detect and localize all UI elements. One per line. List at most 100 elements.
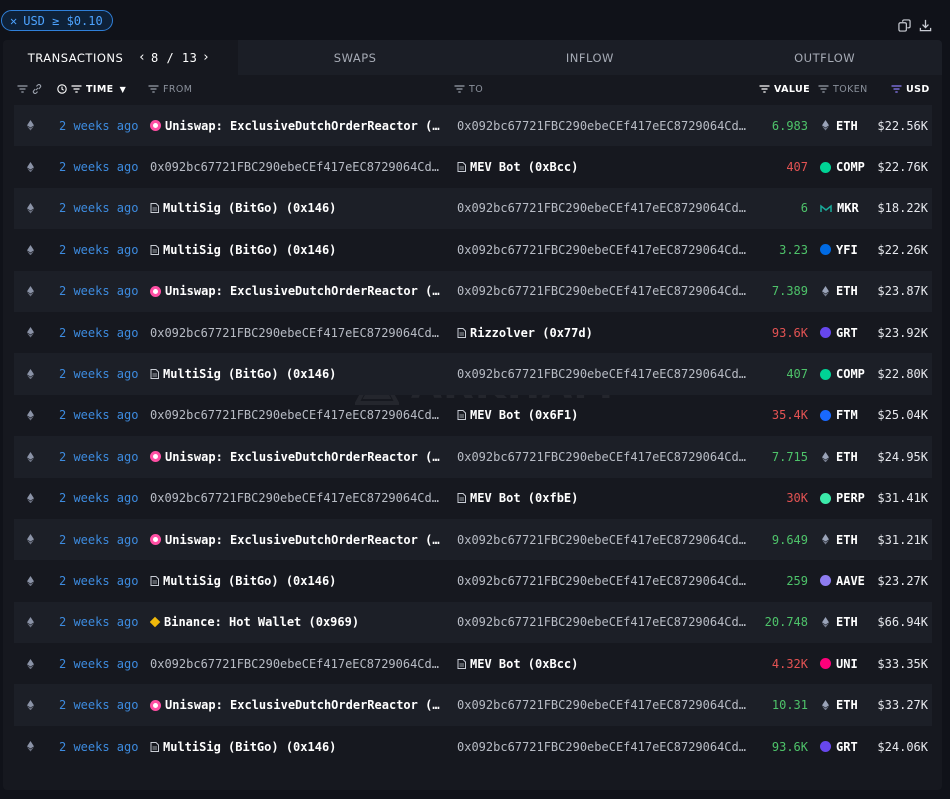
table-row[interactable]: 2 weeks ago MultiSig (BitGo) (0x146) 0x092… (14, 353, 932, 395)
table-row[interactable]: 2 weeks ago 0x092bc67721FBC290ebeCEf417eE… (14, 643, 932, 684)
table-row[interactable]: 2 weeks ago Uniswap: ExclusiveDutchOrderR… (14, 436, 932, 478)
address-link[interactable]: 0x092bc67721FBC290ebeCEf417eEC8729064Cd1… (457, 533, 751, 547)
time-link[interactable]: 2 weeks ago (59, 271, 138, 312)
entity-link[interactable]: MultiSig (BitGo) (0x146) (150, 243, 336, 257)
address-link[interactable]: 0x092bc67721FBC290ebeCEf417eEC8729064Cd1… (457, 698, 751, 712)
address-link[interactable]: 0x092bc67721FBC290ebeCEf417eEC8729064Cd1… (150, 657, 444, 671)
time-link[interactable]: 2 weeks ago (59, 312, 138, 353)
token-header[interactable]: TOKEN (818, 80, 868, 98)
token-cell[interactable]: GRT (820, 726, 858, 767)
time-link[interactable]: 2 weeks ago (59, 602, 138, 643)
entity-link[interactable]: MEV Bot (0xfbE) (457, 491, 578, 505)
time-link[interactable]: 2 weeks ago (59, 643, 138, 684)
chain-filter-header[interactable] (17, 80, 42, 98)
table-row[interactable]: 2 weeks ago 0x092bc67721FBC290ebeCEf417eE… (14, 395, 932, 436)
token-cell[interactable]: MKR (820, 188, 859, 229)
address-link[interactable]: 0x092bc67721FBC290ebeCEf417eEC8729064Cd1… (457, 201, 751, 215)
address-link[interactable]: 0x092bc67721FBC290ebeCEf417eEC8729064Cd1… (150, 408, 444, 422)
token-cell[interactable]: ETH (820, 519, 858, 560)
token-cell[interactable]: ETH (820, 271, 858, 312)
time-link[interactable]: 2 weeks ago (59, 478, 138, 519)
time-header[interactable]: TIME ▼ (57, 80, 126, 98)
usd-header[interactable]: USD (891, 80, 930, 98)
close-icon[interactable]: ✕ (10, 14, 17, 28)
time-link[interactable]: 2 weeks ago (59, 353, 138, 394)
table-row[interactable]: 2 weeks ago MultiSig (BitGo) (0x146) 0x092… (14, 187, 932, 230)
token-cell[interactable]: GRT (820, 312, 858, 353)
entity-link[interactable]: Rizzolver (0x77d) (457, 326, 593, 340)
copy-icon[interactable] (898, 19, 911, 32)
token-cell[interactable]: YFI (820, 229, 858, 270)
address-link[interactable]: 0x092bc67721FBC290ebeCEf417eEC8729064Cd1… (150, 160, 444, 174)
address-link[interactable]: 0x092bc67721FBC290ebeCEf417eEC8729064Cd1… (457, 243, 751, 257)
time-link[interactable]: 2 weeks ago (59, 188, 138, 229)
usd-header-label: USD (906, 83, 930, 95)
table-row[interactable]: 2 weeks ago Uniswap: ExclusiveDutchOrderR… (14, 518, 932, 561)
token-cell[interactable]: FTM (820, 395, 858, 436)
tab-outflow[interactable]: OUTFLOW (707, 40, 942, 75)
time-link[interactable]: 2 weeks ago (59, 229, 138, 270)
table-row[interactable]: 2 weeks ago Binance: Hot Wallet (0x969) 0x… (14, 601, 932, 644)
token-cell[interactable]: COMP (820, 146, 865, 187)
tab-swaps[interactable]: SWAPS (237, 40, 473, 75)
to-header[interactable]: TO (454, 80, 483, 98)
token-cell[interactable]: ETH (820, 684, 858, 725)
uniswap-entity-link[interactable]: Uniswap: ExclusiveDutchOrderReactor (0x6… (150, 533, 444, 547)
value-header[interactable]: VALUE (759, 80, 810, 98)
table-row[interactable]: 2 weeks ago 0x092bc67721FBC290ebeCEf417eE… (14, 146, 932, 187)
table-row[interactable]: 2 weeks ago MultiSig (BitGo) (0x146) 0x092… (14, 229, 932, 270)
token-cell[interactable]: ETH (820, 105, 858, 146)
token-cell[interactable]: AAVE (820, 560, 865, 601)
token-cell[interactable]: PERP (820, 478, 865, 519)
chevron-left-icon[interactable]: ‹ (135, 50, 149, 65)
address-link[interactable]: 0x092bc67721FBC290ebeCEf417eEC8729064Cd1… (457, 367, 751, 381)
address-link[interactable]: 0x092bc67721FBC290ebeCEf417eEC8729064Cd1… (150, 326, 444, 340)
table-row[interactable]: 2 weeks ago 0x092bc67721FBC290ebeCEf417eE… (14, 312, 932, 353)
time-link[interactable]: 2 weeks ago (59, 395, 138, 436)
entity-link[interactable]: MEV Bot (0xBcc) (457, 657, 578, 671)
uniswap-entity-link[interactable]: Uniswap: ExclusiveDutchOrderReactor (0x6… (150, 450, 444, 464)
filter-icon (818, 85, 829, 93)
time-link[interactable]: 2 weeks ago (59, 519, 138, 560)
entity-link[interactable]: MEV Bot (0xBcc) (457, 160, 578, 174)
from-header[interactable]: FROM (148, 80, 192, 98)
table-row[interactable]: 2 weeks ago 0x092bc67721FBC290ebeCEf417eE… (14, 478, 932, 519)
table-row[interactable]: 2 weeks ago Uniswap: ExclusiveDutchOrderR… (14, 270, 932, 312)
token-cell[interactable]: ETH (820, 436, 858, 477)
tab-transactions[interactable]: TRANSACTIONS ‹ 8 / 13 › (3, 40, 238, 75)
table-row[interactable]: 2 weeks ago MultiSig (BitGo) (0x146) 0x092… (14, 560, 932, 601)
uniswap-entity-link[interactable]: Uniswap: ExclusiveDutchOrderReactor (0x6… (150, 698, 444, 712)
address-link[interactable]: 0x092bc67721FBC290ebeCEf417eEC8729064Cd1… (457, 450, 751, 464)
chevron-right-icon[interactable]: › (199, 50, 213, 65)
address-link[interactable]: 0x092bc67721FBC290ebeCEf417eEC8729064Cd1… (457, 615, 751, 629)
address-link[interactable]: 0x092bc67721FBC290ebeCEf417eEC8729064Cd1… (457, 574, 751, 588)
download-icon[interactable] (919, 19, 932, 32)
address-link[interactable]: 0x092bc67721FBC290ebeCEf417eEC8729064Cd1… (150, 491, 444, 505)
uniswap-entity-link[interactable]: Uniswap: ExclusiveDutchOrderReactor (0x6… (150, 284, 444, 298)
time-link[interactable]: 2 weeks ago (59, 560, 138, 601)
entity-link[interactable]: MultiSig (BitGo) (0x146) (150, 201, 336, 215)
address-link[interactable]: 0x092bc67721FBC290ebeCEf417eEC8729064Cd1… (457, 119, 751, 133)
token-cell[interactable]: COMP (820, 353, 865, 394)
time-link[interactable]: 2 weeks ago (59, 146, 138, 187)
tab-inflow[interactable]: INFLOW (472, 40, 708, 75)
entity-link[interactable]: MultiSig (BitGo) (0x146) (150, 740, 336, 754)
time-link[interactable]: 2 weeks ago (59, 436, 138, 477)
entity-link[interactable]: MEV Bot (0x6F1) (457, 408, 578, 422)
time-link[interactable]: 2 weeks ago (59, 105, 138, 146)
table-row[interactable]: 2 weeks ago MultiSig (BitGo) (0x146) 0x092… (14, 726, 932, 767)
binance-entity-link[interactable]: Binance: Hot Wallet (0x969) (150, 615, 359, 629)
entity-link[interactable]: MultiSig (BitGo) (0x146) (150, 367, 336, 381)
time-link[interactable]: 2 weeks ago (59, 684, 138, 725)
token-cell[interactable]: ETH (820, 602, 858, 643)
table-row[interactable]: 2 weeks ago Uniswap: ExclusiveDutchOrderR… (14, 684, 932, 726)
entity-link[interactable]: MultiSig (BitGo) (0x146) (150, 574, 336, 588)
to-cell: 0x092bc67721FBC290ebeCEf417eEC8729064Cd1… (457, 105, 753, 146)
table-row[interactable]: 2 weeks ago Uniswap: ExclusiveDutchOrderR… (14, 105, 932, 147)
address-link[interactable]: 0x092bc67721FBC290ebeCEf417eEC8729064Cd1… (457, 740, 751, 754)
address-link[interactable]: 0x092bc67721FBC290ebeCEf417eEC8729064Cd1… (457, 284, 751, 298)
usd-filter-chip[interactable]: ✕ USD ≥ $0.10 (1, 10, 113, 31)
uniswap-entity-link[interactable]: Uniswap: ExclusiveDutchOrderReactor (0x6… (150, 119, 444, 133)
time-link[interactable]: 2 weeks ago (59, 726, 138, 767)
token-cell[interactable]: UNI (820, 643, 858, 684)
